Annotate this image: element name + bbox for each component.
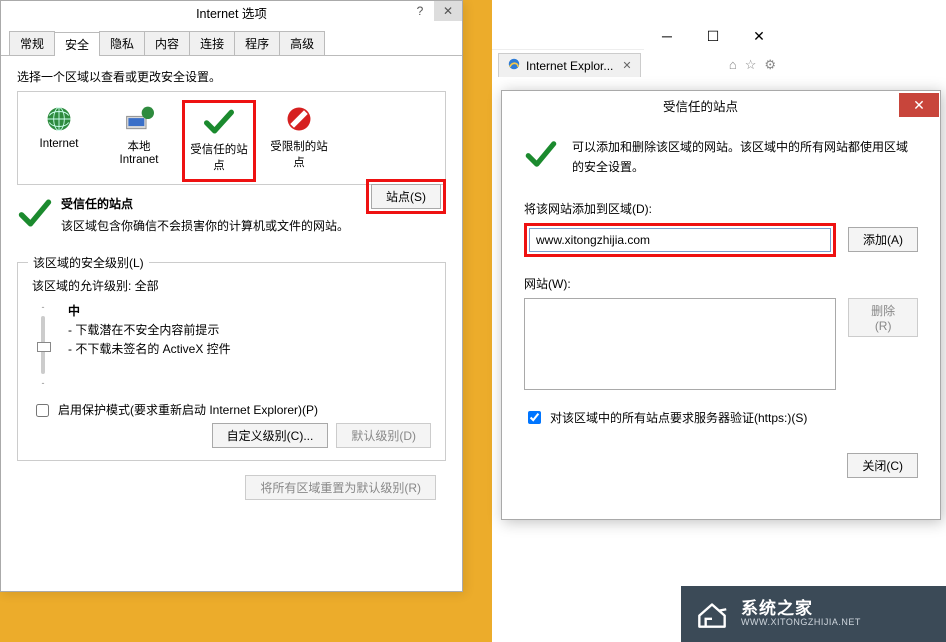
zone-internet[interactable]: Internet bbox=[22, 100, 96, 182]
close-button[interactable]: ✕ bbox=[434, 1, 462, 21]
tab-security[interactable]: 安全 bbox=[54, 32, 100, 56]
protected-mode-label: 启用保护模式(要求重新启动 Internet Explorer)(P) bbox=[58, 402, 431, 419]
zone-trusted[interactable]: 受信任的站 点 bbox=[182, 100, 256, 182]
home-icon[interactable]: ⌂ bbox=[729, 57, 737, 73]
gear-icon[interactable]: ⚙ bbox=[764, 57, 776, 73]
zone-label: Internet bbox=[24, 138, 94, 150]
intranet-icon bbox=[121, 104, 157, 134]
restricted-icon bbox=[281, 104, 317, 134]
dialog-title: 受信任的站点 bbox=[502, 96, 899, 115]
zone-label: 本地 Intranet bbox=[104, 138, 174, 166]
security-level-slider[interactable]: - - bbox=[32, 302, 54, 388]
security-level-group: 该区域的安全级别(L) 该区域的允许级别: 全部 - - 中 - 下载潜在不安全… bbox=[17, 262, 446, 461]
reset-all-zones-button[interactable]: 将所有区域重置为默认级别(R) bbox=[245, 475, 436, 500]
checkmark-icon bbox=[17, 195, 53, 236]
window-close-button[interactable]: ✕ bbox=[736, 22, 782, 50]
checkmark-icon bbox=[201, 107, 237, 137]
add-site-label: 将该网站添加到区域(D): bbox=[524, 200, 918, 217]
zone-intro-text: 选择一个区域以查看或更改安全设置。 bbox=[17, 68, 446, 85]
zone-intranet[interactable]: 本地 Intranet bbox=[102, 100, 176, 182]
watermark-name: 系统之家 bbox=[741, 600, 861, 619]
ie-tab-bar: Internet Explor... ✕ ⌂ ☆ ⚙ bbox=[492, 50, 782, 80]
level-bullet: - 不下载未签名的 ActiveX 控件 bbox=[68, 340, 231, 359]
zone-label: 受信任的站 点 bbox=[187, 141, 251, 173]
favorites-icon[interactable]: ☆ bbox=[745, 57, 757, 73]
dialog-titlebar: 受信任的站点 ✕ bbox=[502, 91, 940, 119]
tab-connections[interactable]: 连接 bbox=[189, 31, 235, 55]
sites-button[interactable]: 站点(S) bbox=[371, 184, 441, 209]
protected-mode-checkbox[interactable] bbox=[36, 404, 49, 417]
trusted-sites-intro: 可以添加和删除该区域的网站。该区域中的所有网站都使用区域的安全设置。 bbox=[572, 137, 918, 178]
add-site-input[interactable] bbox=[529, 228, 831, 252]
dialog-title: Internet 选项 bbox=[196, 7, 267, 21]
ie-logo-icon bbox=[507, 57, 521, 74]
close-tab-icon[interactable]: ✕ bbox=[622, 59, 631, 72]
window-maximize-button[interactable]: ☐ bbox=[690, 22, 736, 50]
url-input-highlight bbox=[524, 223, 836, 257]
globe-icon bbox=[41, 104, 77, 134]
tab-privacy[interactable]: 隐私 bbox=[99, 31, 145, 55]
window-minimize-button[interactable]: ─ bbox=[644, 22, 690, 50]
require-https-checkbox[interactable] bbox=[528, 411, 541, 424]
group-legend: 该区域的安全级别(L) bbox=[28, 254, 149, 271]
remove-button[interactable]: 删除(R) bbox=[848, 298, 918, 337]
websites-listbox[interactable] bbox=[524, 298, 836, 390]
browser-tab-label: Internet Explor... bbox=[526, 59, 613, 73]
default-level-button[interactable]: 默认级别(D) bbox=[336, 423, 431, 448]
tab-general[interactable]: 常规 bbox=[9, 31, 55, 55]
watermark: 系统之家 WWW.XITONGZHIJIA.NET bbox=[681, 586, 946, 642]
websites-label: 网站(W): bbox=[524, 275, 918, 292]
level-bullet: - 下载潜在不安全内容前提示 bbox=[68, 321, 231, 340]
level-name: 中 bbox=[68, 302, 231, 321]
tab-programs[interactable]: 程序 bbox=[234, 31, 280, 55]
tab-advanced[interactable]: 高级 bbox=[279, 31, 325, 55]
ie-window-titlebar: ─ ☐ ✕ bbox=[492, 22, 782, 50]
trusted-sites-dialog: 受信任的站点 ✕ 可以添加和删除该区域的网站。该区域中的所有网站都使用区域的安全… bbox=[501, 90, 941, 520]
security-zone-list: Internet 本地 Intranet 受信任的站 点 受限制的站 点 bbox=[17, 91, 446, 185]
sites-button-highlight: 站点(S) bbox=[366, 179, 446, 214]
add-button[interactable]: 添加(A) bbox=[848, 227, 918, 252]
allowed-levels-label: 该区域的允许级别: 全部 bbox=[32, 277, 431, 294]
dialog-titlebar: Internet 选项 ? ✕ bbox=[1, 1, 462, 27]
require-https-label: 对该区域中的所有站点要求服务器验证(https:)(S) bbox=[550, 409, 807, 426]
security-level-description: 中 - 下载潜在不安全内容前提示 - 不下载未签名的 ActiveX 控件 bbox=[68, 302, 231, 388]
custom-level-button[interactable]: 自定义级别(C)... bbox=[212, 423, 329, 448]
help-button[interactable]: ? bbox=[406, 1, 434, 21]
zone-label: 受限制的站 点 bbox=[264, 138, 334, 170]
browser-tab[interactable]: Internet Explor... ✕ bbox=[498, 53, 641, 77]
house-icon bbox=[693, 595, 731, 633]
close-dialog-button[interactable]: 关闭(C) bbox=[847, 453, 918, 478]
internet-options-dialog: Internet 选项 ? ✕ 常规 安全 隐私 内容 连接 程序 高级 选择一… bbox=[0, 0, 463, 592]
close-button[interactable]: ✕ bbox=[899, 93, 939, 117]
zone-restricted[interactable]: 受限制的站 点 bbox=[262, 100, 336, 182]
tab-content[interactable]: 内容 bbox=[144, 31, 190, 55]
dialog-tabs: 常规 安全 隐私 内容 连接 程序 高级 bbox=[1, 31, 462, 56]
checkmark-icon bbox=[524, 137, 558, 176]
zone-desc-text: 该区域包含你确信不会损害你的计算机或文件的网站。 bbox=[61, 217, 446, 235]
watermark-url: WWW.XITONGZHIJIA.NET bbox=[741, 618, 861, 628]
